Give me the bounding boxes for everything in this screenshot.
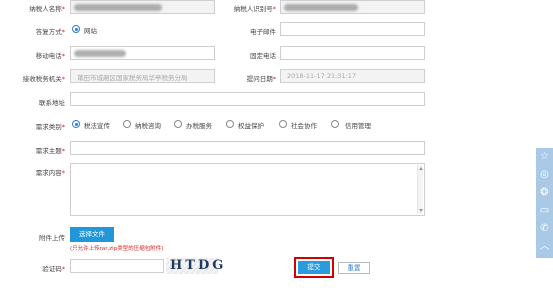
tax-office-label: 接收税务机关* [22,75,65,83]
reply-method-website-radio[interactable] [72,25,80,33]
category-radio-rights[interactable] [226,120,234,128]
category-text-social: 社会协作 [291,122,317,130]
captcha-input[interactable] [70,259,164,273]
taxpayer-id-redacted [284,4,358,11]
category-text-rights: 权益保护 [238,122,264,130]
category-text-credit: 信用管理 [345,122,371,130]
category-text-tax-consult: 纳税咨询 [135,122,161,130]
wechat-icon[interactable]: ❂ [538,186,551,199]
category-radio-tax-service[interactable] [174,120,182,128]
taxpayer-name-label: 纳税人名称* [29,5,65,13]
reply-method-label: 答复方式* [35,28,65,36]
captcha-label: 验证码* [42,265,65,273]
back-to-top-icon[interactable]: ︿ [538,240,551,253]
scroll-down-arrow-icon[interactable] [419,209,423,212]
submit-date-label: 提问日期* [246,75,276,83]
attachment-hint: (只允许上传rar,zip类型的压缩包附件) [70,246,164,252]
landline-input[interactable] [280,46,425,60]
landline-label: 固定电话 [250,52,276,60]
tax-office-field: 莆田市城厢区国家税务局华亭税务分局 [70,69,215,83]
email-label: 电子邮件 [250,28,276,36]
category-text-tax-publicity: 税法宣传 [84,122,110,130]
content-scrollbar[interactable] [417,165,423,214]
captcha-image[interactable]: HTDG [166,258,223,274]
submit-button[interactable]: 提交 [298,261,330,274]
attachment-label: 附件上传 [39,234,65,242]
address-input[interactable] [70,92,425,106]
reset-button[interactable]: 重置 [338,262,370,274]
floating-sidebar: ☆ ◎ ❂ ▭ ✆ ︿ [536,148,553,258]
scroll-up-arrow-icon[interactable] [419,167,423,170]
address-label: 联系地址 [39,99,65,107]
content-label: 需求内容* [35,169,65,177]
category-radio-social[interactable] [279,120,287,128]
choose-file-button[interactable]: 选择文件 [70,227,114,242]
reply-method-website-text: 网站 [84,27,97,35]
subject-input[interactable] [70,141,425,155]
star-icon[interactable]: ☆ [538,150,551,163]
content-textarea[interactable] [70,163,425,216]
category-label: 需求类别* [35,123,65,131]
category-radio-tax-consult[interactable] [123,120,131,128]
category-radio-credit[interactable] [331,120,339,128]
mobile-label: 移动电话* [35,52,65,60]
category-radio-tax-publicity[interactable] [72,120,80,128]
category-text-tax-service: 办税服务 [186,122,212,130]
subject-label: 需求主题* [35,147,65,155]
phone-icon[interactable]: ✆ [538,222,551,235]
email-input[interactable] [280,22,425,36]
taxpayer-name-redacted [74,4,162,11]
submit-date-field: 2018-11-17 21:31:17 [280,69,425,83]
weibo-icon[interactable]: ◎ [538,168,551,181]
mobile-redacted [74,50,126,57]
message-icon[interactable]: ▭ [538,204,551,217]
taxpayer-id-label: 纳税人识别号* [233,5,276,13]
